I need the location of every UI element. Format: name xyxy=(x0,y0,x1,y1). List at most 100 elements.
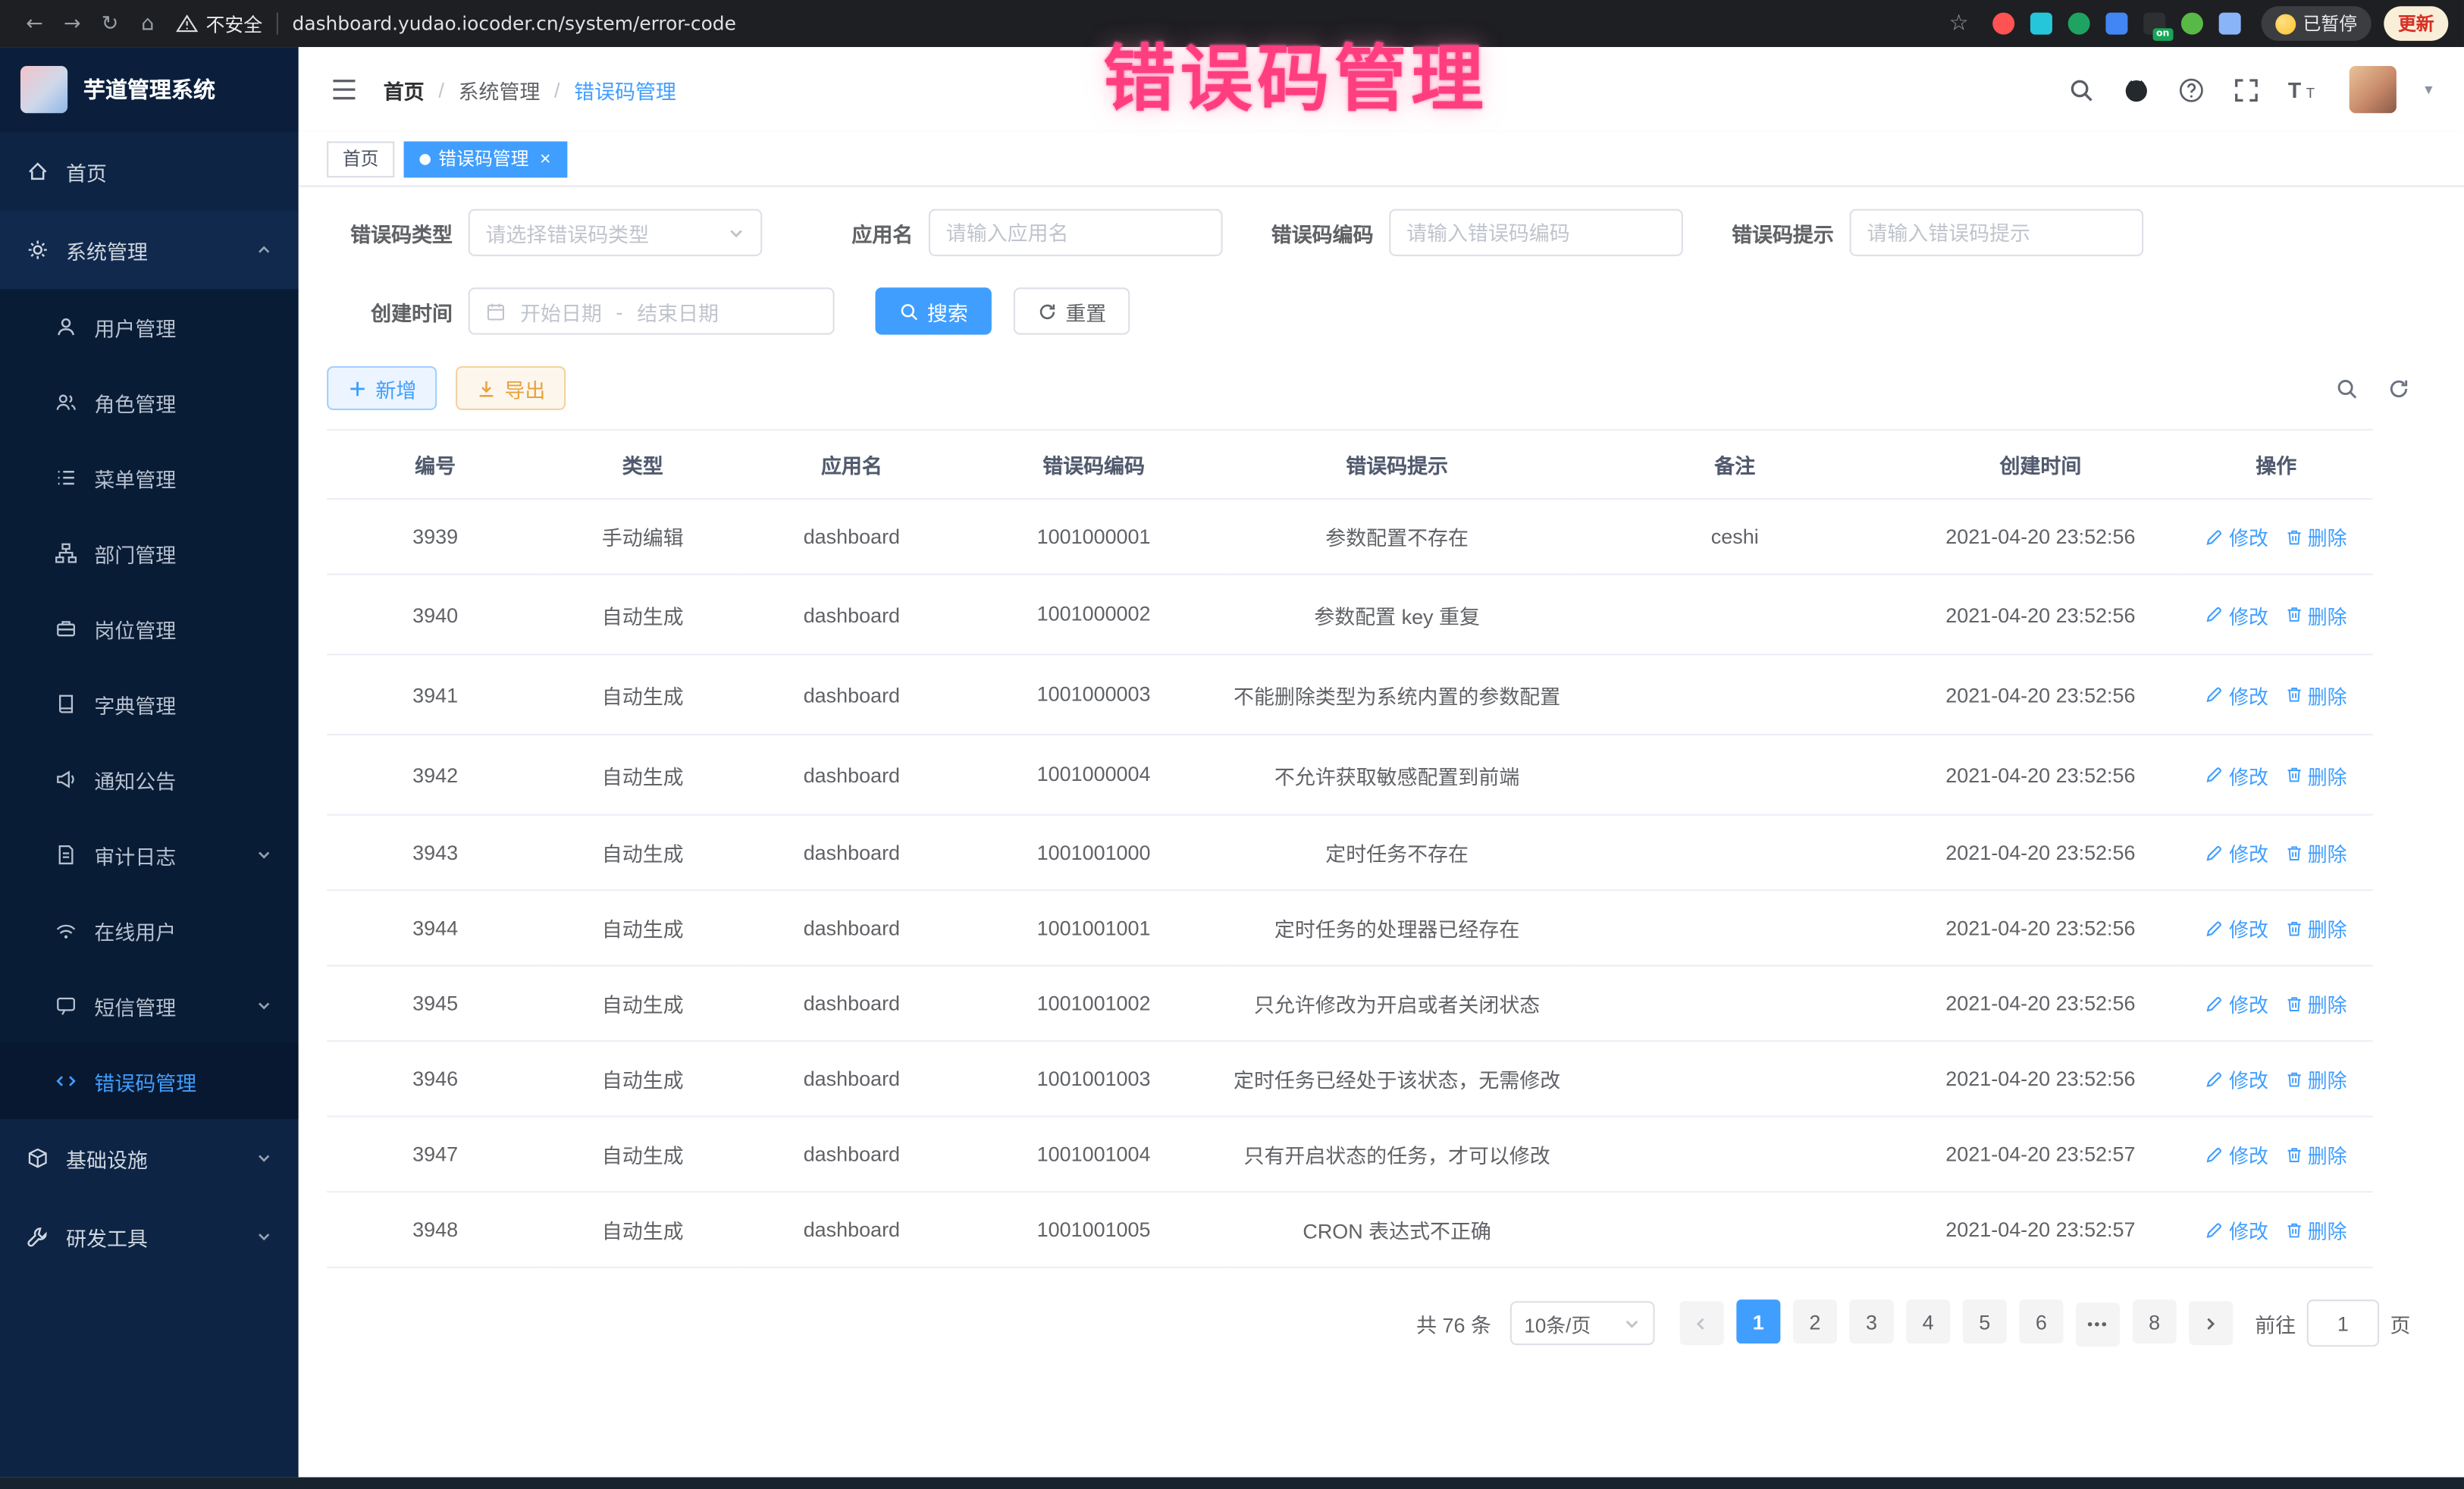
page-button[interactable]: 5 xyxy=(1963,1300,2007,1344)
edit-link[interactable]: 修改 xyxy=(2205,600,2268,629)
fullscreen-icon[interactable] xyxy=(2233,77,2259,103)
edit-link[interactable]: 修改 xyxy=(2205,1139,2268,1169)
sidebar-item[interactable]: 首页 xyxy=(0,132,299,211)
delete-link[interactable]: 删除 xyxy=(2284,1215,2347,1245)
page-button[interactable]: 4 xyxy=(1906,1300,1950,1344)
delete-icon xyxy=(2284,919,2303,938)
sidebar-item[interactable]: 岗位管理 xyxy=(0,591,299,666)
forward-icon[interactable]: → xyxy=(53,12,91,36)
sidebar-item-label: 菜单管理 xyxy=(94,462,176,492)
delete-link[interactable]: 删除 xyxy=(2284,838,2347,867)
sidebar-item-label: 字典管理 xyxy=(94,689,176,719)
extension-icon[interactable] xyxy=(2067,13,2089,35)
extension-icon[interactable]: on xyxy=(2143,13,2165,35)
delete-link[interactable]: 删除 xyxy=(2284,1064,2347,1094)
font-size-icon[interactable]: TT xyxy=(2288,77,2321,103)
edit-link[interactable]: 修改 xyxy=(2205,680,2268,710)
reload-icon[interactable]: ↻ xyxy=(91,12,129,36)
extension-icon[interactable] xyxy=(2105,13,2127,35)
create-time-label: 创建时间 xyxy=(327,296,453,326)
search-button[interactable]: 搜索 xyxy=(875,287,991,334)
page-button[interactable]: 2 xyxy=(1793,1300,1837,1344)
back-icon[interactable]: ← xyxy=(16,12,54,36)
github-icon[interactable] xyxy=(2123,77,2149,103)
app-name-input[interactable] xyxy=(929,209,1223,256)
sidebar-item[interactable]: 通知公告 xyxy=(0,741,299,817)
export-button[interactable]: 导出 xyxy=(456,366,566,410)
cell-id: 3942 xyxy=(327,735,544,815)
security-indicator[interactable]: 不安全 xyxy=(176,10,262,36)
delete-link[interactable]: 删除 xyxy=(2284,914,2347,943)
next-page-button[interactable] xyxy=(2189,1302,2233,1346)
chevron-down-icon[interactable]: ▾ xyxy=(2425,81,2432,99)
sidebar-toggle-icon[interactable] xyxy=(330,77,358,102)
reset-button[interactable]: 重置 xyxy=(1014,287,1130,334)
extension-icon[interactable] xyxy=(2030,13,2052,35)
url-bar[interactable]: dashboard.yudao.iocoder.cn/system/error-… xyxy=(293,13,736,35)
sidebar-item[interactable]: 审计日志 xyxy=(0,817,299,892)
page-size-select[interactable]: 10条/页 xyxy=(1510,1302,1655,1346)
edit-link[interactable]: 修改 xyxy=(2205,1064,2268,1094)
bookmark-star-icon[interactable]: ☆ xyxy=(1940,11,1978,36)
delete-link[interactable]: 删除 xyxy=(2284,1139,2347,1169)
edit-link[interactable]: 修改 xyxy=(2205,989,2268,1018)
goto-page-input[interactable] xyxy=(2307,1300,2379,1347)
edit-link[interactable]: 修改 xyxy=(2205,1215,2268,1245)
delete-link[interactable]: 删除 xyxy=(2284,522,2347,551)
sidebar-item[interactable]: 短信管理 xyxy=(0,968,299,1043)
refresh-icon[interactable] xyxy=(2387,376,2410,400)
toggle-search-icon[interactable] xyxy=(2335,376,2359,400)
user-avatar[interactable] xyxy=(2350,66,2397,113)
sidebar-item[interactable]: 系统管理 xyxy=(0,211,299,290)
error-type-select[interactable]: 请选择错误码类型 xyxy=(469,209,763,256)
search-icon[interactable] xyxy=(2068,77,2095,103)
prev-page-button[interactable] xyxy=(1680,1302,1724,1346)
error-code-input[interactable] xyxy=(1389,209,1683,256)
browser-update-button[interactable]: 更新 xyxy=(2384,6,2448,41)
page-button[interactable]: 6 xyxy=(2019,1300,2063,1344)
add-button[interactable]: 新增 xyxy=(327,366,437,410)
edit-link[interactable]: 修改 xyxy=(2205,914,2268,943)
delete-link[interactable]: 删除 xyxy=(2284,989,2347,1018)
breadcrumb-item[interactable]: 首页 xyxy=(384,74,425,104)
page-ellipsis[interactable]: ••• xyxy=(2076,1303,2120,1347)
sidebar-item[interactable]: 菜单管理 xyxy=(0,440,299,515)
page-button[interactable]: 3 xyxy=(1850,1300,1894,1344)
warning-icon xyxy=(176,13,198,35)
extension-icon[interactable] xyxy=(1992,13,2014,35)
cell-hint: 定时任务已经处于该状态，无需修改 xyxy=(1226,1042,1569,1117)
delete-link[interactable]: 删除 xyxy=(2284,600,2347,629)
cell-id: 3941 xyxy=(327,654,544,735)
sidebar-item[interactable]: 研发工具 xyxy=(0,1197,299,1276)
sidebar-item[interactable]: 字典管理 xyxy=(0,666,299,741)
help-icon[interactable] xyxy=(2178,77,2205,103)
page-button[interactable]: 8 xyxy=(2133,1300,2177,1344)
edit-link[interactable]: 修改 xyxy=(2205,760,2268,790)
app-logo[interactable]: 芋道管理系统 xyxy=(0,47,299,132)
profile-paused-badge[interactable]: 已暂停 xyxy=(2261,6,2372,41)
extensions-puzzle-icon[interactable] xyxy=(2218,13,2240,35)
sidebar-item[interactable]: 部门管理 xyxy=(0,516,299,591)
cell-hint: 参数配置不存在 xyxy=(1226,499,1569,574)
sidebar-item[interactable]: 在线用户 xyxy=(0,892,299,967)
sidebar-item[interactable]: 用户管理 xyxy=(0,289,299,364)
edit-link[interactable]: 修改 xyxy=(2205,522,2268,551)
extension-icon[interactable] xyxy=(2180,13,2202,35)
error-hint-input[interactable] xyxy=(1850,209,2144,256)
sidebar-item[interactable]: 错误码管理 xyxy=(0,1043,299,1118)
delete-link[interactable]: 删除 xyxy=(2284,680,2347,710)
edit-link[interactable]: 修改 xyxy=(2205,838,2268,867)
tab[interactable]: 首页 xyxy=(327,141,394,177)
delete-link[interactable]: 删除 xyxy=(2284,760,2347,790)
tab[interactable]: 错误码管理× xyxy=(404,141,567,177)
page-button[interactable]: 1 xyxy=(1736,1300,1780,1344)
breadcrumb-item[interactable]: 错误码管理 xyxy=(574,74,676,104)
sidebar-item[interactable]: 角色管理 xyxy=(0,365,299,440)
app-header: 首页/系统管理/错误码管理 TT ▾ xyxy=(299,47,2464,132)
breadcrumb-item[interactable]: 系统管理 xyxy=(458,74,540,104)
arrow-left-icon xyxy=(1693,1315,1710,1332)
close-icon[interactable]: × xyxy=(540,148,551,170)
sidebar-item[interactable]: 基础设施 xyxy=(0,1119,299,1198)
browser-home-icon[interactable]: ⌂ xyxy=(129,12,167,36)
date-range-picker[interactable]: 开始日期 - 结束日期 xyxy=(469,287,835,334)
